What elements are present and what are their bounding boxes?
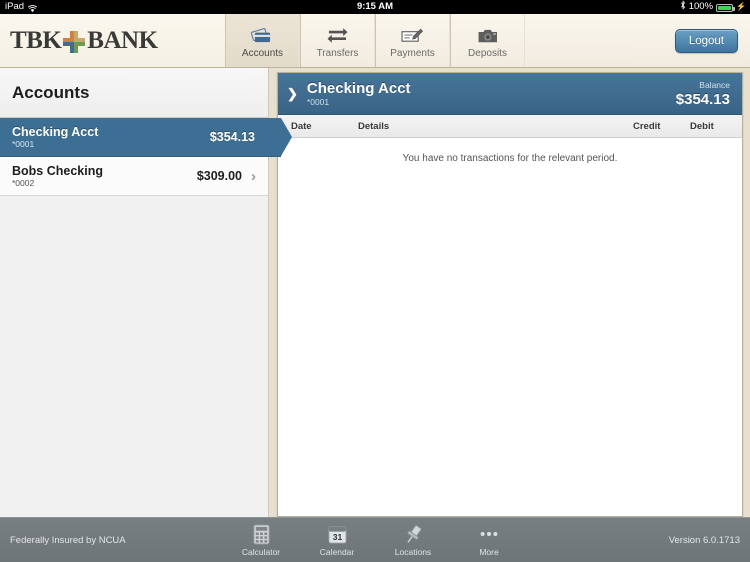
accounts-sidebar: Accounts Checking Acct *0001 $354.13 › B…: [0, 68, 292, 517]
brand-text-bank: BANK: [87, 26, 158, 54]
account-name: Bobs Checking: [12, 163, 103, 178]
ipad-banking-app: iPad 9:15 AM 100% ⚡ TBK BANK Accounts Tr…: [0, 0, 750, 562]
balance-label: Balance: [699, 79, 730, 90]
account-balance: $354.13: [209, 130, 255, 144]
app-body: Accounts Checking Acct *0001 $354.13 › B…: [0, 68, 750, 517]
chevron-right-icon[interactable]: ❯: [287, 86, 298, 102]
bottom-tool-buttons: Calculator 31 Calendar Locations More: [0, 523, 750, 557]
calculator-icon: [252, 523, 270, 545]
bluetooth-icon: [680, 0, 686, 14]
calendar-icon: 31: [327, 523, 347, 545]
app-top-toolbar: TBK BANK Accounts Transfers Payments Dep…: [0, 14, 750, 68]
account-detail-titles: Checking Acct *0001: [307, 80, 676, 108]
account-balance: $309.00: [196, 169, 242, 183]
account-detail-number: *0001: [306, 96, 330, 107]
logout-container: Logout: [674, 14, 750, 67]
tab-payments-label: Payments: [390, 47, 435, 59]
sidebar-account-row-checking-acct[interactable]: Checking Acct *0001 $354.13 ›: [0, 118, 292, 157]
transactions-column-headers: Date Details Credit Debit: [278, 115, 742, 138]
account-name: Checking Acct: [12, 124, 99, 139]
battery-percent-label: 100%: [688, 1, 714, 12]
tbk-cross-logo-icon: [63, 30, 86, 53]
transfer-arrows-icon: [326, 23, 349, 45]
bottom-tool-more[interactable]: More: [463, 523, 515, 557]
account-number: *0002: [12, 177, 35, 188]
tab-deposits[interactable]: Deposits: [450, 14, 525, 67]
column-header-date: Date: [291, 121, 312, 132]
main-tab-bar: Accounts Transfers Payments Deposits: [225, 14, 525, 67]
tab-transfers-label: Transfers: [316, 47, 359, 59]
app-bottom-toolbar: Federally Insured by NCUA Calculator 31 …: [0, 517, 750, 562]
column-header-debit: Debit: [690, 121, 714, 132]
ios-status-bar: iPad 9:15 AM 100% ⚡: [0, 0, 750, 14]
tab-deposits-label: Deposits: [468, 47, 507, 59]
bottom-tool-calculator-label: Calculator: [241, 547, 281, 557]
tab-accounts-label: Accounts: [241, 47, 284, 59]
logout-button[interactable]: Logout: [674, 28, 738, 53]
brand-text-tbk: TBK: [10, 26, 62, 54]
tab-transfers[interactable]: Transfers: [300, 14, 375, 67]
tab-accounts[interactable]: Accounts: [225, 14, 300, 67]
brand-logo-text: TBK BANK: [10, 27, 158, 55]
brand-logo: TBK BANK: [0, 14, 225, 67]
charging-bolt-icon: ⚡: [736, 2, 746, 11]
bottom-tool-calendar[interactable]: 31 Calendar: [311, 523, 363, 557]
column-header-credit: Credit: [633, 121, 661, 132]
status-bar-clock: 9:15 AM: [356, 1, 394, 12]
bottom-tool-calculator[interactable]: Calculator: [235, 523, 287, 557]
account-row-text: Checking Acct *0001: [12, 125, 210, 150]
ellipsis-icon: [479, 523, 499, 545]
transactions-panel: ❯ Checking Acct *0001 Balance $354.13 Da…: [277, 72, 743, 517]
tab-payments[interactable]: Payments: [375, 14, 450, 67]
sidebar-title: Accounts: [12, 82, 90, 102]
bottom-tool-calendar-label: Calendar: [319, 547, 355, 557]
balance-value: $354.13: [675, 90, 730, 108]
account-detail-title: Checking Acct: [306, 79, 411, 97]
check-pen-icon: [400, 23, 425, 45]
camera-icon: [477, 23, 499, 45]
credit-cards-icon: [250, 23, 275, 45]
sidebar-account-row-bobs-checking[interactable]: Bobs Checking *0002 $309.00 ›: [0, 157, 268, 196]
bottom-tool-locations-label: Locations: [394, 547, 432, 557]
bottom-tool-locations[interactable]: Locations: [387, 523, 439, 557]
app-version-text: Version 6.0.1713: [668, 534, 740, 546]
svg-text:31: 31: [332, 532, 342, 542]
account-balance-block: Balance $354.13: [676, 80, 730, 108]
empty-transactions-message: You have no transactions for the relevan…: [402, 153, 618, 164]
battery-full-icon: [716, 4, 736, 12]
chevron-right-icon[interactable]: ›: [242, 168, 256, 185]
sidebar-header: Accounts: [0, 68, 268, 118]
account-number: *0001: [12, 138, 35, 149]
column-header-details: Details: [358, 121, 390, 132]
pushpin-icon: [403, 523, 424, 545]
bottom-tool-more-label: More: [479, 547, 499, 557]
account-row-text: Bobs Checking *0002: [12, 164, 197, 189]
status-bar-right: 100% ⚡: [680, 0, 746, 14]
account-detail-header[interactable]: ❯ Checking Acct *0001 Balance $354.13: [278, 73, 742, 115]
